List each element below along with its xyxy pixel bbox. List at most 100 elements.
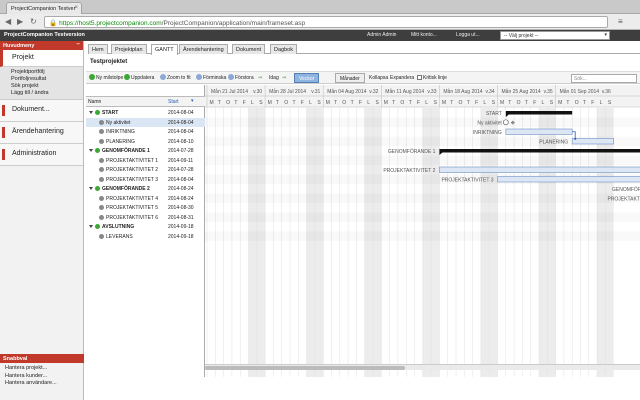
search-input[interactable]: Sök...	[571, 74, 637, 83]
collapse-icon[interactable]	[89, 149, 93, 152]
bar-label: GENOMFÖRANDE 1	[388, 148, 436, 155]
task-name-text: LEVERANS	[106, 233, 133, 240]
collapse-icon[interactable]	[89, 111, 93, 114]
scrollbar-thumb[interactable]	[205, 366, 405, 370]
tab-issues[interactable]: Ärendehantering	[179, 44, 228, 54]
week-number: v.32	[369, 89, 378, 95]
task-start-date: 2014-08-10	[168, 138, 194, 145]
address-bar[interactable]: 🔒 https://host5.projectcompanion.com/Proj…	[44, 16, 608, 28]
sidebar-section-administration[interactable]: Administration	[0, 144, 83, 166]
sidebar-item-portfolio[interactable]: Projektportfölj	[11, 69, 83, 76]
tab-home[interactable]: Hem	[88, 44, 108, 54]
col-header-start[interactable]: Start	[168, 99, 179, 105]
tab-projectplan[interactable]: Projektplan	[111, 44, 147, 54]
gantt-canvas[interactable]: Mån 21 Jul 2014 v.30M T O T F L SMån 28 Jul 201…	[205, 85, 640, 377]
new-activity-button[interactable]: Ny milstolpe	[89, 74, 123, 82]
table-row[interactable]: GENOMFÖRANDE 1 2014-07-28	[86, 146, 205, 156]
move-cursor-icon: ✥	[511, 121, 515, 127]
project-select[interactable]: -- Välj projekt -- ▾	[500, 31, 610, 40]
day-letter: L	[251, 100, 254, 106]
table-row[interactable]: PROJEKTAKTIVITET 5 2014-08-30	[86, 203, 205, 213]
next-arrow-icon[interactable]: ⇒	[282, 74, 286, 82]
zoom-out-button[interactable]: Förminska	[196, 74, 226, 82]
reload-icon[interactable]: ↻	[30, 17, 37, 27]
day-letter: F	[475, 100, 478, 106]
task-grid: Namn Start ▾ START 2014-08-04 Ny aktivitet…	[86, 85, 205, 377]
table-row[interactable]: PROJEKTAKTIVITET 6 2014-08-31	[86, 213, 205, 223]
task-icon	[99, 195, 104, 201]
day-letter: L	[542, 100, 545, 106]
task-name-text: PROJEKTAKTIVITET 1	[106, 157, 159, 164]
sidebar-section-documents[interactable]: Dokument...	[0, 100, 83, 122]
update-button[interactable]: Uppdatera	[124, 74, 154, 82]
table-row[interactable]: Ny aktivitet 2014-08-04	[86, 117, 205, 127]
new-activity-label: Ny milstolpe	[96, 75, 124, 81]
settings-icon[interactable]: ≡	[618, 17, 623, 26]
day-letter: F	[417, 100, 420, 106]
zoom-fit-button[interactable]: Zoom to fit	[160, 74, 191, 82]
day-letter: O	[342, 100, 346, 106]
sidebar-item-add-change[interactable]: Lägg till / ändra	[11, 90, 83, 97]
critical-path-toggle[interactable]: Kritisk linje	[417, 74, 447, 82]
sidebar-item-portfolio-result[interactable]: Portfoljresultat	[11, 76, 83, 83]
bar-label: GENOMFÖRANDE 2	[612, 186, 640, 193]
quick-item-projects[interactable]: Hantera projekt...	[5, 365, 84, 373]
table-row[interactable]: PROJEKTAKTIVITET 4 2014-08-24	[86, 194, 205, 204]
quick-item-users[interactable]: Hantera användare...	[5, 380, 84, 388]
table-row[interactable]: PROJEKTAKTIVITET 2 2014-07-28	[86, 165, 205, 175]
collapse-button[interactable]: Kollapsa	[369, 74, 388, 82]
quick-item-customers[interactable]: Hantera kunder...	[5, 373, 84, 381]
table-row[interactable]: PLANERING 2014-08-10	[86, 137, 205, 147]
back-icon[interactable]: ◀	[5, 17, 11, 27]
prev-arrow-icon[interactable]: ⇒	[258, 74, 262, 82]
task-name: PROJEKTAKTIVITET 4	[99, 195, 158, 202]
sort-down-icon[interactable]: ▾	[191, 98, 194, 104]
zoom-in-button[interactable]: Förstora	[228, 74, 254, 82]
today-button[interactable]: Idag	[269, 74, 279, 82]
table-row[interactable]: PROJEKTAKTIVITET 1 2014-09-11	[86, 156, 205, 166]
browser-tab[interactable]: ProjectCompanion Testver ×	[6, 2, 82, 14]
project-name: Testprojektet	[90, 59, 128, 65]
day-letter: F	[359, 100, 362, 106]
table-row[interactable]: AVSLUTNING 2014-09-18	[86, 222, 205, 232]
url-host: host5.projectcompanion.com	[78, 20, 162, 27]
task-bar	[497, 176, 640, 183]
tab-gantt[interactable]: GANTT	[151, 44, 178, 55]
day-letter: M	[210, 100, 214, 106]
view-months-button[interactable]: Månader	[335, 73, 365, 83]
view-weeks-button[interactable]: Veckor	[294, 73, 320, 83]
task-name-text: PROJEKTAKTIVITET 6	[106, 214, 159, 221]
sidebar-section-issues[interactable]: Ärendehantering	[0, 122, 83, 144]
day-letter: T	[508, 100, 511, 106]
table-row[interactable]: LEVERANS 2014-09-18	[86, 232, 205, 242]
url-scheme: https://	[59, 20, 79, 27]
tab-diary[interactable]: Dagbok	[270, 44, 297, 54]
user-name[interactable]: Admin Admin	[367, 32, 396, 38]
week-number: v.36	[602, 89, 611, 95]
table-row[interactable]: START 2014-08-04	[86, 108, 205, 118]
sidebar-section-projekt[interactable]: Projekt	[0, 50, 83, 67]
tab-documents[interactable]: Dokument	[232, 44, 266, 54]
task-name-text: GENOMFÖRANDE 1	[102, 148, 150, 154]
sidebar-item-search-project[interactable]: Sök projekt	[11, 83, 83, 90]
browser-navbar: ◀ ▶ ↻ 🔒 https://host5.projectcompanion.co…	[0, 14, 640, 30]
my-account-link[interactable]: Mitt konto...	[411, 32, 437, 38]
minimize-button[interactable]: --	[76, 41, 80, 47]
collapse-icon[interactable]	[89, 225, 93, 228]
table-row[interactable]: GENOMFÖRANDE 2 2014-08-24	[86, 184, 205, 194]
expand-button[interactable]: Expandera	[390, 74, 414, 82]
table-row[interactable]: PROJEKTAKTIVITET 3 2014-08-04	[86, 175, 205, 185]
col-header-name[interactable]: Namn	[88, 99, 101, 105]
logout-link[interactable]: Logga ut...	[456, 32, 480, 38]
table-row[interactable]: INRIKTNING 2014-08-04	[86, 127, 205, 137]
task-start-date: 2014-08-04	[168, 119, 194, 126]
weekend-column	[373, 108, 382, 377]
forward-icon[interactable]: ▶	[17, 17, 23, 27]
milestone-marker	[502, 119, 509, 126]
close-tab-icon[interactable]: ×	[74, 5, 78, 11]
project-select-value: -- Välj projekt --	[504, 33, 539, 39]
url-path: /ProjectCompanion/application/main/frame…	[161, 20, 306, 27]
collapse-icon[interactable]	[89, 187, 93, 190]
horizontal-scrollbar[interactable]	[205, 364, 640, 370]
bar-label: PROJEKTAKTIVITET 4	[607, 197, 640, 203]
